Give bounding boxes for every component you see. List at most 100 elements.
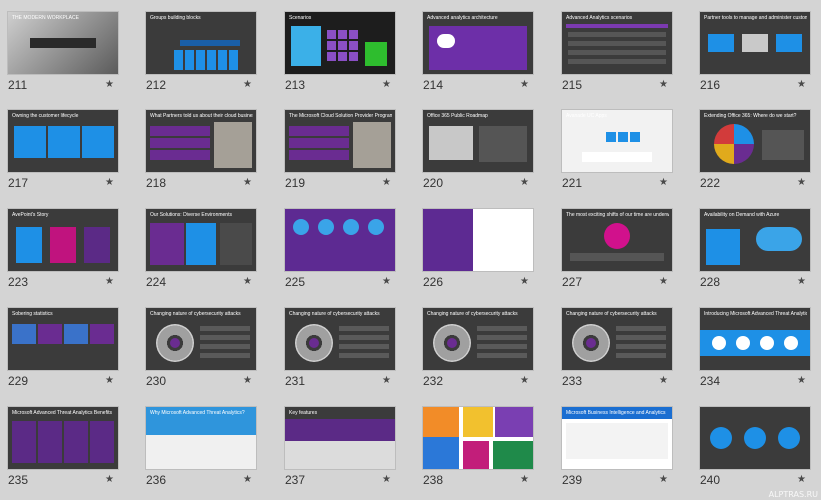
slide-thumbnail-cell[interactable]: Advanced Analytics scenarios 215 ★ (562, 12, 688, 98)
slide-thumbnail-cell[interactable]: 240 ★ (700, 407, 821, 493)
slide-number: 215 (562, 78, 583, 92)
star-icon[interactable]: ★ (243, 79, 252, 90)
slide-title: Advanced Analytics scenarios (566, 15, 633, 21)
slide-thumbnail[interactable]: Avanade UC Apps (562, 110, 672, 172)
slide-thumbnail[interactable]: Microsoft Business Intelligence and Anal… (562, 407, 672, 469)
star-icon[interactable]: ★ (105, 375, 114, 386)
slide-thumbnail-cell[interactable]: Availability on Demand with Azure 228 ★ (700, 209, 821, 295)
star-icon[interactable]: ★ (659, 79, 668, 90)
text-line (339, 326, 389, 331)
star-icon[interactable]: ★ (797, 474, 806, 485)
center-dot (447, 338, 457, 348)
slide-thumbnail-cell[interactable]: Changing nature of cybersecurity attacks… (423, 308, 549, 394)
slide-thumbnail-cell[interactable]: Scenarios 213 ★ (285, 12, 411, 98)
slide-thumbnail[interactable]: Advanced analytics architecture (423, 12, 533, 74)
slide-thumbnail[interactable]: The Microsoft Cloud Solution Provider Pr… (285, 110, 395, 172)
slide-thumbnail[interactable]: The most exciting shifts of our time are… (562, 209, 672, 271)
slide-thumbnail[interactable]: Extending Office 365: Where do we start? (700, 110, 810, 172)
star-icon[interactable]: ★ (520, 276, 529, 287)
slide-thumbnail[interactable]: Owning the customer lifecycle (8, 110, 118, 172)
slide-thumbnail-cell[interactable]: 226 ★ (423, 209, 549, 295)
star-icon[interactable]: ★ (243, 375, 252, 386)
slide-thumbnail-cell[interactable]: Microsoft Business Intelligence and Anal… (562, 407, 688, 493)
slide-thumbnail-cell[interactable]: Microsoft Advanced Threat Analytics Bene… (8, 407, 134, 493)
slide-thumbnail[interactable]: Sobering statistics (8, 308, 118, 370)
slide-number: 238 (423, 473, 444, 487)
slide-thumbnail-cell[interactable]: What Partners told us about their cloud … (146, 110, 272, 196)
slide-thumbnail[interactable]: Why Microsoft Advanced Threat Analytics? (146, 407, 256, 469)
slide-thumbnail-cell[interactable]: Sobering statistics 229 ★ (8, 308, 134, 394)
slide-thumbnail-cell[interactable]: Office 365 Public Roadmap 220 ★ (423, 110, 549, 196)
star-icon[interactable]: ★ (382, 177, 391, 188)
slide-thumbnail-cell[interactable]: Changing nature of cybersecurity attacks… (562, 308, 688, 394)
slide-thumbnail[interactable]: Partner tools to manage and administer c… (700, 12, 810, 74)
slide-thumbnail-cell[interactable]: Key features 237 ★ (285, 407, 411, 493)
star-icon[interactable]: ★ (520, 474, 529, 485)
slide-thumbnail-cell[interactable]: Avanade UC Apps 221 ★ (562, 110, 688, 196)
slide-number: 231 (285, 374, 306, 388)
laptop-image (429, 126, 473, 160)
star-icon[interactable]: ★ (105, 474, 114, 485)
slide-thumbnail[interactable]: Key features (285, 407, 395, 469)
star-icon[interactable]: ★ (382, 375, 391, 386)
slide-thumbnail[interactable]: Groups building blocks (146, 12, 256, 74)
star-icon[interactable]: ★ (105, 276, 114, 287)
purple-band (285, 419, 395, 441)
slide-thumbnail[interactable]: Introducing Microsoft Advanced Threat An… (700, 308, 810, 370)
slide-thumbnail[interactable]: Changing nature of cybersecurity attacks (423, 308, 533, 370)
star-icon[interactable]: ★ (659, 474, 668, 485)
slide-thumbnail-cell[interactable]: The most exciting shifts of our time are… (562, 209, 688, 295)
slide-thumbnail[interactable]: Advanced Analytics scenarios (562, 12, 672, 74)
slide-thumbnail-cell[interactable]: AvePoint's Story 223 ★ (8, 209, 134, 295)
star-icon[interactable]: ★ (797, 177, 806, 188)
star-icon[interactable]: ★ (659, 375, 668, 386)
slide-thumbnail[interactable]: Office 365 Public Roadmap (423, 110, 533, 172)
slide-thumbnail[interactable]: Availability on Demand with Azure (700, 209, 810, 271)
slide-thumbnail-cell[interactable]: Introducing Microsoft Advanced Threat An… (700, 308, 821, 394)
slide-thumbnail-cell[interactable]: Groups building blocks 212 ★ (146, 12, 272, 98)
star-icon[interactable]: ★ (105, 79, 114, 90)
slide-thumbnail-cell[interactable]: 225 ★ (285, 209, 411, 295)
slide-thumbnail[interactable]: Changing nature of cybersecurity attacks (285, 308, 395, 370)
star-icon[interactable]: ★ (659, 177, 668, 188)
slide-thumbnail-cell[interactable]: Owning the customer lifecycle 217 ★ (8, 110, 134, 196)
slide-thumbnail[interactable] (423, 209, 533, 271)
slide-thumbnail[interactable]: AvePoint's Story (8, 209, 118, 271)
star-icon[interactable]: ★ (520, 177, 529, 188)
star-icon[interactable]: ★ (382, 79, 391, 90)
slide-thumbnail[interactable]: Our Solutions: Diverse Environments (146, 209, 256, 271)
text-line (339, 344, 389, 349)
star-icon[interactable]: ★ (659, 276, 668, 287)
slide-thumbnail[interactable]: Microsoft Advanced Threat Analytics Bene… (8, 407, 118, 469)
star-icon[interactable]: ★ (243, 276, 252, 287)
star-icon[interactable]: ★ (382, 276, 391, 287)
star-icon[interactable]: ★ (520, 79, 529, 90)
star-icon[interactable]: ★ (797, 79, 806, 90)
slide-thumbnail-cell[interactable]: Partner tools to manage and administer c… (700, 12, 821, 98)
star-icon[interactable]: ★ (382, 474, 391, 485)
star-icon[interactable]: ★ (520, 375, 529, 386)
slide-thumbnail[interactable]: THE MODERN WORKPLACE (8, 12, 118, 74)
slide-thumbnail-cell[interactable]: Why Microsoft Advanced Threat Analytics?… (146, 407, 272, 493)
slide-thumbnail[interactable]: Changing nature of cybersecurity attacks (562, 308, 672, 370)
star-icon[interactable]: ★ (243, 177, 252, 188)
slide-thumbnail-cell[interactable]: THE MODERN WORKPLACE 211 ★ (8, 12, 134, 98)
star-icon[interactable]: ★ (243, 474, 252, 485)
star-icon[interactable]: ★ (797, 276, 806, 287)
slide-thumbnail-cell[interactable]: Changing nature of cybersecurity attacks… (285, 308, 411, 394)
star-icon[interactable]: ★ (797, 375, 806, 386)
slide-thumbnail[interactable]: Changing nature of cybersecurity attacks (146, 308, 256, 370)
slide-thumbnail[interactable] (700, 407, 810, 469)
text-line (200, 335, 250, 340)
slide-thumbnail[interactable]: Scenarios (285, 12, 395, 74)
slide-thumbnail-cell[interactable]: Changing nature of cybersecurity attacks… (146, 308, 272, 394)
slide-thumbnail-cell[interactable]: The Microsoft Cloud Solution Provider Pr… (285, 110, 411, 196)
slide-thumbnail-cell[interactable]: Extending Office 365: Where do we start?… (700, 110, 821, 196)
slide-thumbnail-cell[interactable]: 238 ★ (423, 407, 549, 493)
slide-thumbnail[interactable]: What Partners told us about their cloud … (146, 110, 256, 172)
star-icon[interactable]: ★ (105, 177, 114, 188)
slide-thumbnail-cell[interactable]: Our Solutions: Diverse Environments 224 ★ (146, 209, 272, 295)
slide-thumbnail[interactable] (285, 209, 395, 271)
slide-thumbnail-cell[interactable]: Advanced analytics architecture 214 ★ (423, 12, 549, 98)
slide-thumbnail[interactable] (423, 407, 533, 469)
